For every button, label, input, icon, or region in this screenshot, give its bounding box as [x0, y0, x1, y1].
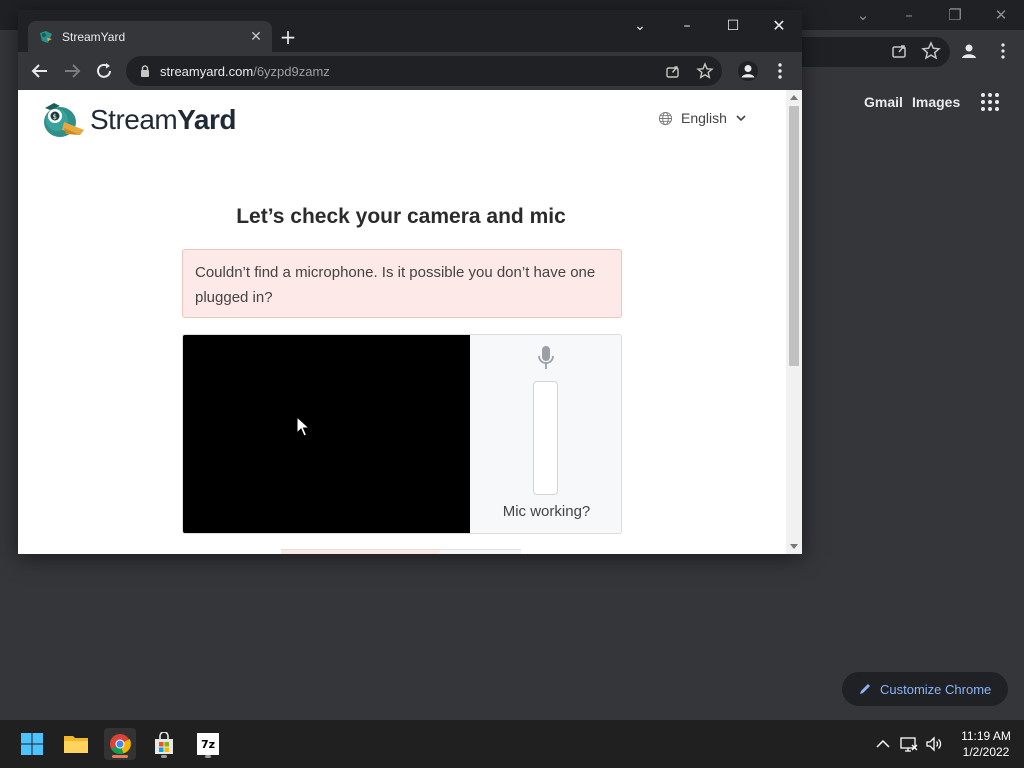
next-step-control[interactable]: [281, 549, 521, 554]
address-bar[interactable]: streamyard.com/6yzpd9zamz: [126, 56, 722, 86]
apps-grid-icon[interactable]: [980, 92, 1000, 112]
minimize-button[interactable]: –: [673, 15, 701, 37]
browser-window: StreamYard ✕ + ⌄ – ☐ ✕ streamyard.com/6y…: [18, 10, 802, 554]
volume-icon[interactable]: [925, 735, 943, 753]
customize-chrome-button[interactable]: Customize Chrome: [842, 672, 1008, 706]
page-viewport: $ StreamYard English Let’s check your ca…: [18, 90, 802, 554]
reload-icon[interactable]: [92, 59, 116, 83]
tab-title: StreamYard: [62, 29, 126, 44]
language-selector[interactable]: English: [658, 110, 747, 126]
taskbar: 7z 11:19 AM 1/2/2022: [0, 720, 1024, 768]
mouse-cursor-icon: [296, 416, 310, 437]
brand-name: StreamYard: [90, 104, 236, 136]
close-window-button[interactable]: ✕: [765, 15, 793, 37]
chevron-down-icon: [736, 115, 746, 122]
chevron-down-icon[interactable]: ⌄: [852, 4, 874, 26]
camera-preview: [183, 335, 470, 533]
7zip-running-indicator: [205, 755, 211, 758]
gmail-link[interactable]: Gmail: [864, 94, 903, 110]
show-hidden-icons-chevron-up-icon[interactable]: [874, 735, 892, 753]
streamyard-favicon-icon: [40, 30, 52, 43]
device-preview: Mic working?: [182, 334, 622, 534]
kebab-menu-icon[interactable]: [992, 40, 1014, 62]
svg-text:$: $: [53, 113, 57, 121]
store-running-indicator: [161, 755, 167, 758]
mic-panel: Mic working?: [470, 335, 621, 533]
kebab-menu-icon[interactable]: [768, 59, 792, 83]
file-explorer-button[interactable]: [60, 728, 92, 760]
restore-icon[interactable]: ❐: [944, 4, 966, 26]
back-arrow-icon[interactable]: [28, 59, 52, 83]
profile-icon[interactable]: [958, 40, 980, 62]
streamyard-logo[interactable]: $ StreamYard: [40, 100, 236, 140]
profile-icon[interactable]: [736, 59, 760, 83]
close-icon[interactable]: ✕: [990, 4, 1012, 26]
chrome-icon: [110, 734, 131, 755]
store-icon: [155, 732, 173, 754]
clock-date: 1/2/2022: [962, 745, 1010, 759]
pencil-icon: [860, 684, 870, 694]
file-explorer-icon: [64, 736, 88, 753]
globe-icon: [658, 111, 673, 125]
new-tab-button[interactable]: +: [276, 25, 300, 49]
7zip-label: 7z: [200, 737, 216, 751]
tab-streamyard[interactable]: StreamYard ✕: [28, 21, 272, 52]
url-host: streamyard.com: [160, 63, 254, 79]
bookmark-star-icon[interactable]: [696, 62, 714, 80]
lock-icon[interactable]: [138, 64, 152, 78]
scroll-up-arrow-icon[interactable]: [790, 95, 798, 100]
mic-level-meter: [533, 381, 558, 495]
brand-name-bold: Yard: [177, 104, 236, 135]
chrome-button[interactable]: [104, 728, 136, 760]
7zip-button[interactable]: 7z: [192, 728, 224, 760]
scroll-down-arrow-icon[interactable]: [790, 544, 798, 549]
page-scrollbar[interactable]: [786, 90, 802, 554]
network-icon[interactable]: [900, 735, 918, 753]
maximize-button[interactable]: ☐: [719, 15, 747, 37]
tab-search-chevron-icon[interactable]: ⌄: [626, 15, 654, 37]
start-icon: [21, 733, 43, 755]
page-title: Let’s check your camera and mic: [236, 205, 566, 228]
mic-working-label: Mic working?: [502, 503, 591, 520]
7zip-icon: 7z: [197, 733, 219, 755]
browser-toolbar: streamyard.com/6yzpd9zamz: [18, 52, 802, 90]
microphone-alert: Couldn’t find a microphone. Is it possib…: [182, 249, 622, 318]
chrome-active-indicator: [112, 755, 128, 758]
taskbar-clock[interactable]: 11:19 AM 1/2/2022: [954, 728, 1018, 760]
duck-logo-icon: $: [44, 103, 84, 137]
clock-time: 11:19 AM: [961, 729, 1011, 743]
customize-chrome-label: Customize Chrome: [880, 681, 992, 697]
tab-close-icon[interactable]: ✕: [246, 27, 266, 47]
brand-name-regular: Stream: [90, 104, 178, 135]
share-icon[interactable]: [664, 62, 682, 80]
minimize-icon[interactable]: –: [898, 4, 920, 26]
start-button[interactable]: [16, 728, 48, 760]
url-path: /6yzpd9zamz: [253, 63, 330, 79]
microphone-icon: [538, 346, 554, 369]
forward-arrow-icon[interactable]: [60, 59, 84, 83]
language-label: English: [681, 110, 727, 126]
share-icon[interactable]: [888, 40, 910, 62]
store-button[interactable]: [148, 728, 180, 760]
scrollbar-thumb[interactable]: [789, 106, 799, 366]
images-link[interactable]: Images: [912, 94, 960, 110]
star-icon[interactable]: [920, 40, 942, 62]
